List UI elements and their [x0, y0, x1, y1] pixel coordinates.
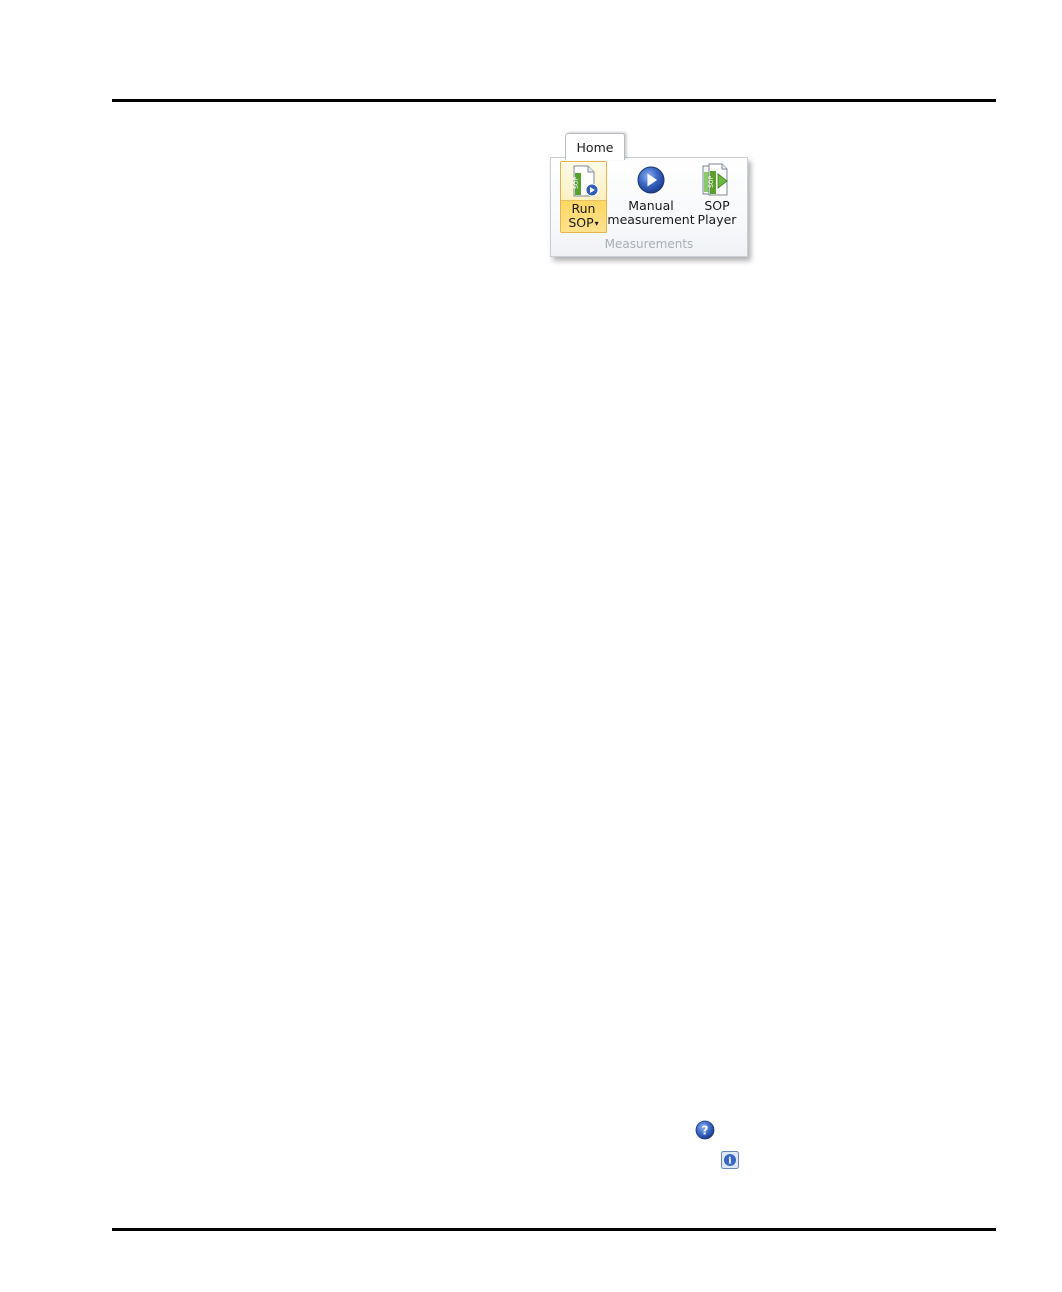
dropdown-caret-icon[interactable]: ▾: [595, 219, 599, 228]
header-rule: [112, 99, 996, 102]
info-icon: i: [720, 1150, 740, 1170]
manual-measurement-button[interactable]: Manual measurement: [607, 161, 695, 233]
run-sop-label-line1: Run: [571, 201, 596, 216]
ribbon-panel-home: SOP Run SOP▾ Manual measurement SOP SOP …: [550, 157, 748, 257]
tab-home-label: Home: [576, 139, 614, 155]
group-label-measurements: Measurements: [604, 237, 694, 251]
run-sop-button[interactable]: SOP Run SOP▾: [560, 161, 607, 233]
manual-measurement-label-line1: Manual: [628, 198, 674, 213]
footer-rule: [112, 1228, 996, 1231]
sop-player-label-line1: SOP: [704, 198, 730, 213]
sop-player-label-line2: Player: [697, 212, 737, 227]
play-circle-icon: [609, 161, 693, 199]
sop-player-icon: SOP: [693, 161, 741, 199]
manual-measurement-label-line2: measurement: [607, 212, 695, 227]
tab-home[interactable]: Home: [565, 133, 625, 160]
help-icon: ?: [695, 1120, 715, 1140]
run-sop-label-line2: SOP: [568, 215, 594, 230]
ribbon: Home SOP Run SOP▾ Manual measurement SOP…: [548, 132, 758, 264]
svg-text:SOP: SOP: [708, 175, 715, 188]
help-icon-glyph: ?: [702, 1124, 709, 1138]
sop-player-button[interactable]: SOP SOP Player: [693, 161, 741, 233]
info-icon-glyph: i: [728, 1157, 732, 1167]
sop-run-icon: SOP: [561, 162, 606, 201]
svg-text:SOP: SOP: [573, 176, 580, 189]
